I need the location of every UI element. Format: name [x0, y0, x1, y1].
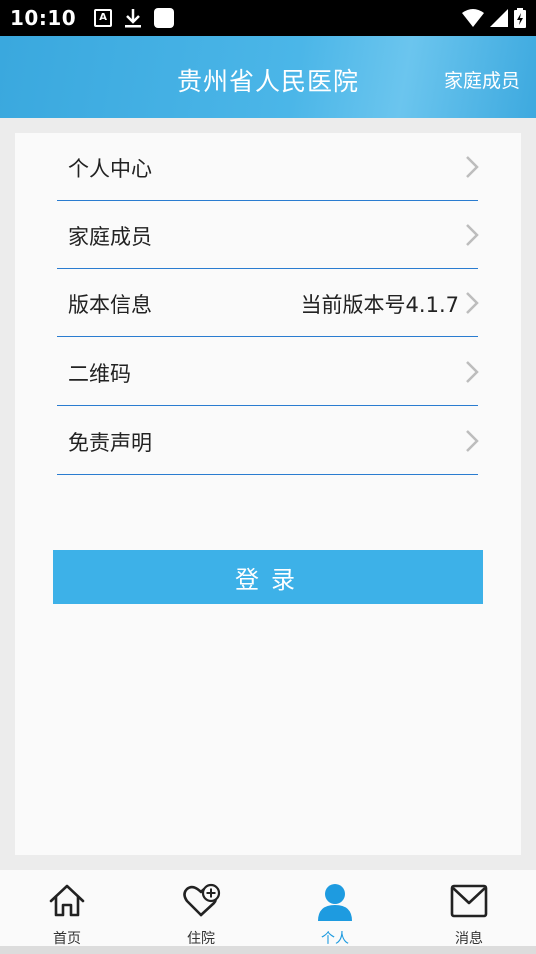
menu-item-personal-center[interactable]: 个人中心 — [57, 133, 479, 201]
login-button[interactable]: 登录 — [53, 550, 483, 604]
menu-item-label: 家庭成员 — [68, 225, 152, 249]
menu-item-qr-code[interactable]: 二维码 — [57, 338, 479, 406]
heart-plus-icon — [183, 883, 221, 917]
menu-item-family-members[interactable]: 家庭成员 — [57, 201, 479, 269]
status-notification-icons: A — [94, 8, 175, 28]
download-icon — [125, 9, 142, 28]
family-members-button[interactable]: 家庭成员 — [444, 66, 520, 93]
nav-label: 住院 — [187, 931, 215, 947]
chevron-right-icon — [466, 224, 479, 246]
a-notification-icon: A — [94, 9, 113, 27]
nav-label: 消息 — [455, 931, 483, 947]
person-icon — [318, 884, 352, 921]
status-time: 10:10 — [10, 6, 77, 30]
version-number: 当前版本号4.1.7 — [300, 293, 459, 317]
menu-item-version-info[interactable]: 版本信息 当前版本号4.1.7 — [57, 269, 479, 337]
app-header: 贵州省人民医院 家庭成员 — [0, 36, 536, 118]
chevron-right-icon — [466, 361, 479, 383]
nav-item-home[interactable]: 首页 — [0, 870, 134, 947]
signal-icon — [490, 9, 508, 27]
status-bar: 10:10 A — [0, 0, 536, 36]
nav-label: 个人 — [321, 931, 349, 947]
menu-item-disclaimer[interactable]: 免责声明 — [57, 407, 479, 475]
nav-item-personal[interactable]: 个人 — [268, 870, 402, 947]
menu-item-label: 免责声明 — [68, 431, 152, 455]
home-icon — [49, 884, 85, 917]
menu-item-label: 版本信息 — [68, 293, 152, 317]
mail-icon — [450, 884, 488, 918]
bottom-nav: 首页 住院 个人 消息 — [0, 870, 536, 947]
battery-icon — [514, 8, 526, 28]
system-nav-strip — [0, 946, 536, 954]
chevron-right-icon — [466, 430, 479, 452]
menu-item-label: 二维码 — [68, 362, 131, 386]
chevron-right-icon — [466, 292, 479, 314]
app-notification-icon — [154, 8, 175, 28]
nav-label: 首页 — [53, 931, 81, 947]
menu-item-label: 个人中心 — [68, 157, 152, 181]
status-system-icons — [462, 8, 526, 28]
profile-menu-card: 个人中心 家庭成员 版本信息 当前版本号4.1.7 二维码 免责声明 登录 — [15, 133, 521, 855]
nav-item-hospitalization[interactable]: 住院 — [134, 870, 268, 947]
nav-item-messages[interactable]: 消息 — [402, 870, 536, 947]
chevron-right-icon — [466, 156, 479, 178]
wifi-icon — [462, 9, 484, 27]
